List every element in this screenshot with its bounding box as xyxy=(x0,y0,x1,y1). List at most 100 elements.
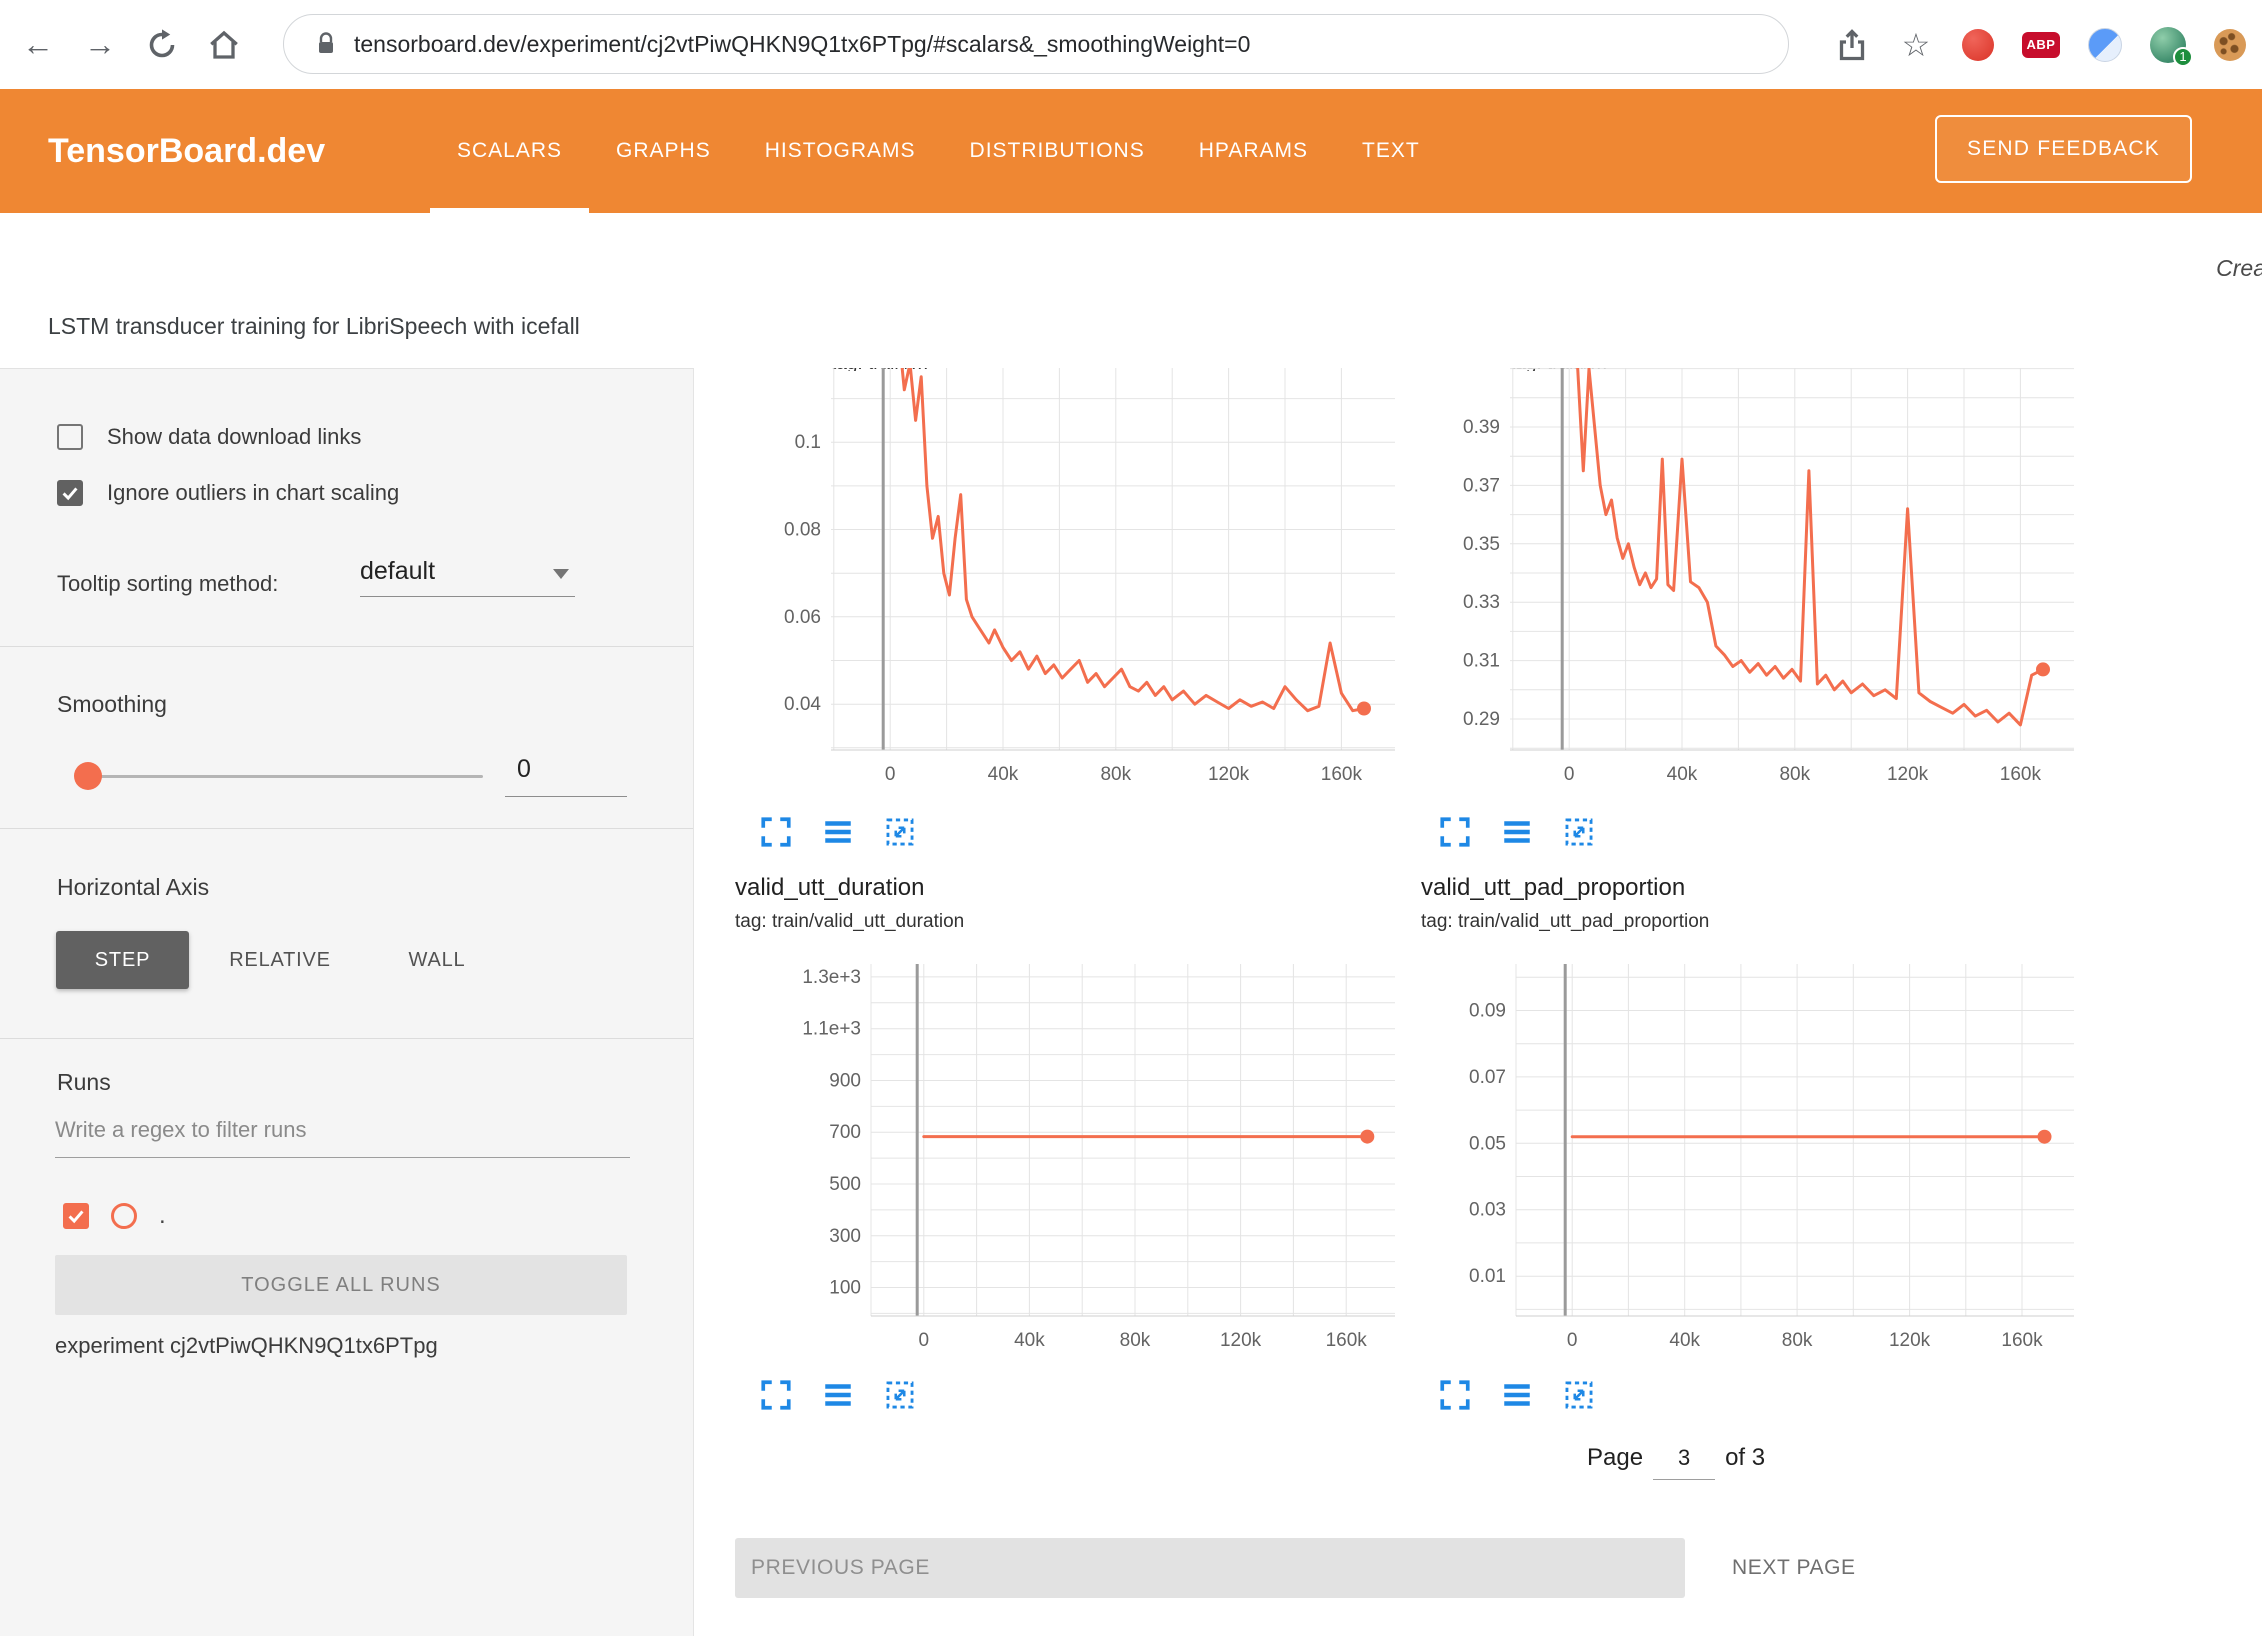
brand-title[interactable]: TensorBoard.dev xyxy=(48,89,325,213)
show-download-links-checkbox[interactable] xyxy=(57,424,83,450)
data-lines-icon[interactable] xyxy=(821,815,855,849)
chart3-title: valid_utt_duration xyxy=(735,874,924,902)
tab-distributions[interactable]: DISTRIBUTIONS xyxy=(943,89,1172,213)
previous-page-button[interactable]: PREVIOUS PAGE xyxy=(735,1538,1685,1598)
expand-chart-icon[interactable] xyxy=(759,1378,793,1412)
extension-blue-icon[interactable] xyxy=(2088,28,2122,62)
charts-panel: tag: train/… tag: train/… 0.040.060.080.… xyxy=(695,368,2262,1636)
svg-text:80k: 80k xyxy=(1779,764,1810,785)
scalar-chart-3[interactable]: 1003005007009001.1e+31.3e+3040k80k120k16… xyxy=(751,964,1409,1358)
chart3-tag: tag: train/valid_utt_duration xyxy=(735,911,964,933)
pagination: Page 3 of 3 xyxy=(1587,1444,1765,1480)
page-of-label: of 3 xyxy=(1725,1444,1765,1472)
axis-wall-button[interactable]: WALL xyxy=(372,931,502,989)
smoothing-slider-track[interactable] xyxy=(87,775,483,778)
run-checkbox[interactable] xyxy=(63,1203,89,1229)
svg-text:0.39: 0.39 xyxy=(1463,417,1500,438)
experiment-id-label: experiment cj2vtPiwQHKN9Q1tx6PTpg xyxy=(55,1333,438,1359)
expand-chart-icon[interactable] xyxy=(759,815,793,849)
tab-scalars[interactable]: SCALARS xyxy=(430,89,589,213)
fit-domain-icon[interactable] xyxy=(1562,1378,1596,1412)
data-lines-icon[interactable] xyxy=(1500,815,1534,849)
svg-text:0.31: 0.31 xyxy=(1463,651,1500,672)
fit-domain-icon[interactable] xyxy=(883,815,917,849)
svg-text:120k: 120k xyxy=(1208,764,1250,785)
page-number-input[interactable]: 3 xyxy=(1653,1445,1715,1480)
lock-icon xyxy=(316,31,336,57)
reload-icon[interactable] xyxy=(144,27,180,63)
scalar-chart-4[interactable]: 0.010.030.050.070.09040k80k120k160k xyxy=(1396,964,2088,1358)
subheader: Crea LSTM transducer training for LibriS… xyxy=(0,213,2262,368)
tooltip-sorting-select[interactable]: default xyxy=(360,557,575,597)
forward-icon[interactable]: → xyxy=(82,27,118,63)
svg-text:40k: 40k xyxy=(988,764,1019,785)
tab-text[interactable]: TEXT xyxy=(1335,89,1447,213)
tab-graphs[interactable]: GRAPHS xyxy=(589,89,738,213)
svg-text:120k: 120k xyxy=(1220,1330,1262,1351)
address-bar[interactable]: tensorboard.dev/experiment/cj2vtPiwQHKN9… xyxy=(283,14,1789,74)
data-lines-icon[interactable] xyxy=(821,1378,855,1412)
fit-domain-icon[interactable] xyxy=(883,1378,917,1412)
ignore-outliers-label: Ignore outliers in chart scaling xyxy=(107,480,399,506)
show-download-links-row[interactable]: Show data download links xyxy=(57,424,361,450)
svg-text:100: 100 xyxy=(829,1278,861,1299)
smoothing-value-input[interactable]: 0 xyxy=(505,755,627,797)
profile-avatar[interactable]: 1 xyxy=(2150,27,2186,63)
svg-text:40k: 40k xyxy=(1667,764,1698,785)
horizontal-axis-label: Horizontal Axis xyxy=(57,874,209,901)
svg-text:1.3e+3: 1.3e+3 xyxy=(802,967,861,988)
runs-filter-input[interactable] xyxy=(55,1117,630,1158)
svg-text:0.09: 0.09 xyxy=(1469,1001,1506,1022)
chart4-toolbar xyxy=(1438,1378,1596,1412)
chart4-title: valid_utt_pad_proportion xyxy=(1421,874,1685,902)
divider xyxy=(0,646,693,647)
next-page-button[interactable]: NEXT PAGE xyxy=(1716,1538,1872,1598)
send-feedback-button[interactable]: SEND FEEDBACK xyxy=(1935,115,2192,183)
home-icon[interactable] xyxy=(206,27,242,63)
svg-text:0.33: 0.33 xyxy=(1463,592,1500,613)
scalar-chart-1[interactable]: 0.040.060.080.1040k80k120k160k xyxy=(711,368,1409,792)
chart3-toolbar xyxy=(759,1378,917,1412)
run-row[interactable]: . xyxy=(63,1202,166,1230)
svg-text:0.01: 0.01 xyxy=(1469,1266,1506,1287)
bookmark-star-icon[interactable]: ☆ xyxy=(1898,27,1934,63)
expand-chart-icon[interactable] xyxy=(1438,1378,1472,1412)
svg-text:0: 0 xyxy=(1564,764,1575,785)
tab-hparams[interactable]: HPARAMS xyxy=(1172,89,1335,213)
svg-text:0.29: 0.29 xyxy=(1463,709,1500,730)
runs-label: Runs xyxy=(57,1069,111,1096)
share-icon[interactable] xyxy=(1834,27,1870,63)
axis-step-button[interactable]: STEP xyxy=(56,931,189,989)
extension-cookie-icon[interactable] xyxy=(2214,29,2246,61)
svg-text:0: 0 xyxy=(885,764,896,785)
experiment-description: LSTM transducer training for LibriSpeech… xyxy=(48,313,580,340)
expand-chart-icon[interactable] xyxy=(1438,815,1472,849)
ignore-outliers-row[interactable]: Ignore outliers in chart scaling xyxy=(57,480,399,506)
tooltip-sorting-value: default xyxy=(360,557,435,585)
extension-abp-icon[interactable]: ABP xyxy=(2022,32,2060,58)
svg-text:160k: 160k xyxy=(1326,1330,1368,1351)
axis-relative-button[interactable]: RELATIVE xyxy=(205,931,355,989)
extension-adblock-icon[interactable] xyxy=(1962,29,1994,61)
svg-text:120k: 120k xyxy=(1887,764,1929,785)
back-icon[interactable]: ← xyxy=(20,27,56,63)
svg-text:80k: 80k xyxy=(1782,1330,1813,1351)
tab-histograms[interactable]: HISTOGRAMS xyxy=(738,89,943,213)
fit-domain-icon[interactable] xyxy=(1562,815,1596,849)
svg-text:500: 500 xyxy=(829,1174,861,1195)
data-lines-icon[interactable] xyxy=(1500,1378,1534,1412)
svg-text:0.37: 0.37 xyxy=(1463,475,1500,496)
toggle-all-runs-button[interactable]: TOGGLE ALL RUNS xyxy=(55,1255,627,1315)
svg-text:80k: 80k xyxy=(1100,764,1131,785)
smoothing-slider-thumb[interactable] xyxy=(74,762,102,790)
browser-chrome: ← → tensorboard.dev/experiment/cj2vtPiwQ… xyxy=(0,0,2262,89)
svg-text:0: 0 xyxy=(1567,1330,1578,1351)
scalar-chart-2[interactable]: 0.290.310.330.350.370.39040k80k120k160k xyxy=(1390,368,2088,792)
svg-text:0.06: 0.06 xyxy=(784,607,821,628)
run-name-label: . xyxy=(159,1202,166,1230)
app-header: TensorBoard.dev SCALARSGRAPHSHISTOGRAMSD… xyxy=(0,89,2262,213)
svg-text:160k: 160k xyxy=(2000,764,2042,785)
smoothing-label: Smoothing xyxy=(57,691,167,718)
ignore-outliers-checkbox[interactable] xyxy=(57,480,83,506)
run-color-swatch xyxy=(111,1203,137,1229)
